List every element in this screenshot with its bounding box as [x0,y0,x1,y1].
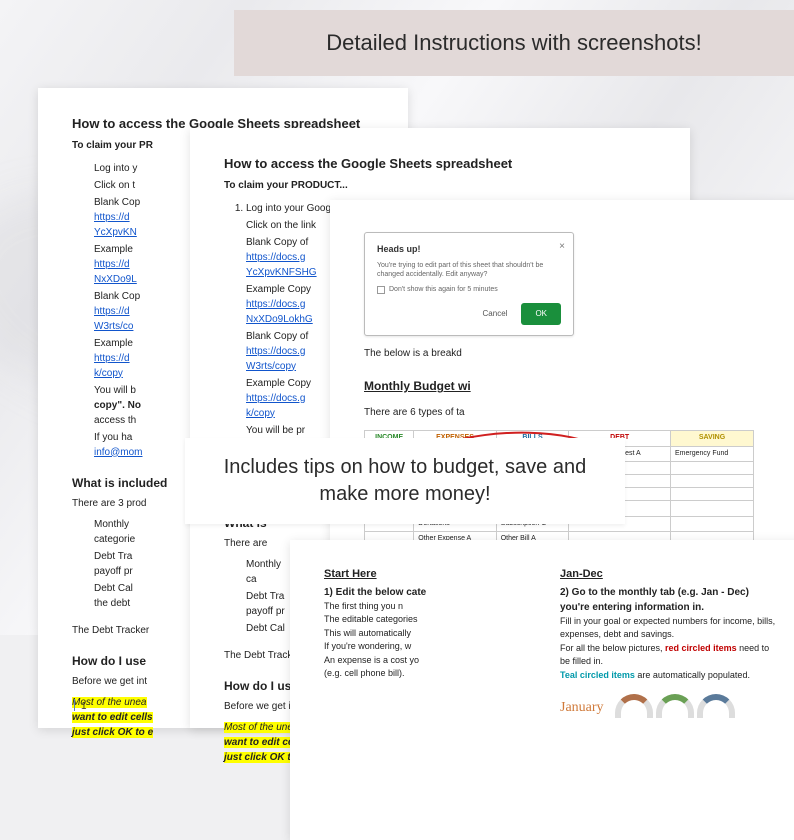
doc-page-4: Start Here 1) Edit the below cate The fi… [290,540,794,840]
link[interactable]: YcXpvKN [94,227,137,238]
link[interactable]: NxXDo9LokhG [246,314,313,325]
top-banner: Detailed Instructions with screenshots! [234,10,794,76]
heads-up-dialog: × Heads up! You're trying to edit part o… [364,232,574,336]
link[interactable]: YcXpvKNFSHG [246,267,317,278]
tips-banner: Includes tips on how to budget, save and… [185,438,625,524]
jan-dec-column: Jan-Dec 2) Go to the monthly tab (e.g. J… [560,566,776,718]
below-text: The below is a breakd [364,346,794,361]
page2-title: How to access the Google Sheets spreadsh… [224,154,656,174]
link[interactable]: W3rts/copy [246,361,296,372]
link[interactable]: https://d [94,259,130,270]
tips-banner-text: Includes tips on how to budget, save and… [205,454,605,508]
cancel-button[interactable]: Cancel [477,304,514,324]
link[interactable]: W3rts/co [94,321,133,332]
col-savings: SAVING [670,431,753,447]
link[interactable]: info@mom [94,447,143,458]
page2-claim: To claim your PRODUCT... [224,178,656,193]
jan-dec-heading: Jan-Dec [560,566,776,583]
link[interactable]: https://d [94,212,130,223]
six-types-text: There are 6 types of ta [364,405,794,420]
page-number: 1 [74,699,87,714]
top-banner-text: Detailed Instructions with screenshots! [326,30,701,56]
link[interactable]: https://docs.g [246,299,305,310]
link[interactable]: https://docs.g [246,393,305,404]
link[interactable]: k/copy [94,368,123,379]
gauge-icon [615,694,653,718]
link[interactable]: https://docs.g [246,252,305,263]
link[interactable]: https://docs.g [246,346,305,357]
start-here-column: Start Here 1) Edit the below cate The fi… [324,566,540,718]
ok-button[interactable]: OK [521,303,561,325]
start-here-heading: Start Here [324,566,540,583]
red-text: red circled items [665,643,737,653]
dialog-checkbox-row[interactable]: Don't show this again for 5 minutes [377,285,561,296]
close-icon[interactable]: × [559,239,565,254]
january-chart-strip: January [560,688,776,718]
gauge-icon [656,694,694,718]
monthly-budget-heading: Monthly Budget wi [364,377,794,395]
gauge-icon [697,694,735,718]
january-label: January [560,697,612,718]
link[interactable]: k/copy [246,408,275,419]
teal-text: Teal circled items [560,670,635,680]
link[interactable]: https://d [94,306,130,317]
dialog-text: You're trying to edit part of this sheet… [377,261,561,279]
link[interactable]: NxXDo9L [94,274,137,285]
link[interactable]: https://d [94,353,130,364]
dialog-title: Heads up! [377,243,561,257]
checkbox-icon[interactable] [377,286,385,294]
